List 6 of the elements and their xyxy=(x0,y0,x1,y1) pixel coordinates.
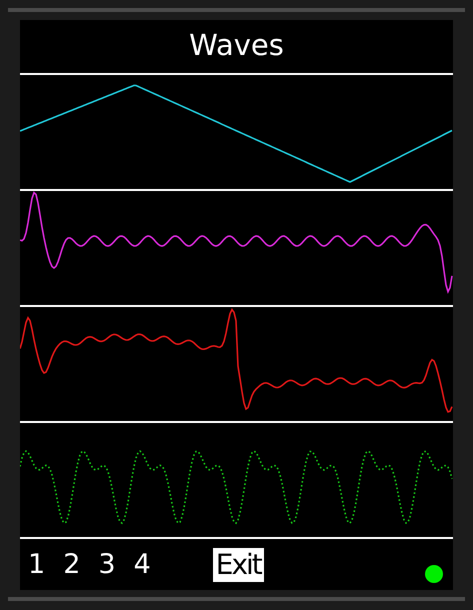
channel-button[interactable]: 2 xyxy=(63,549,80,580)
channel-button[interactable]: 3 xyxy=(98,549,116,580)
window-title: Waves xyxy=(20,20,453,75)
channel-button[interactable]: 4 xyxy=(134,549,151,580)
channel-button[interactable]: 1 xyxy=(28,549,46,580)
exit-button[interactable]: Exit xyxy=(212,548,264,582)
